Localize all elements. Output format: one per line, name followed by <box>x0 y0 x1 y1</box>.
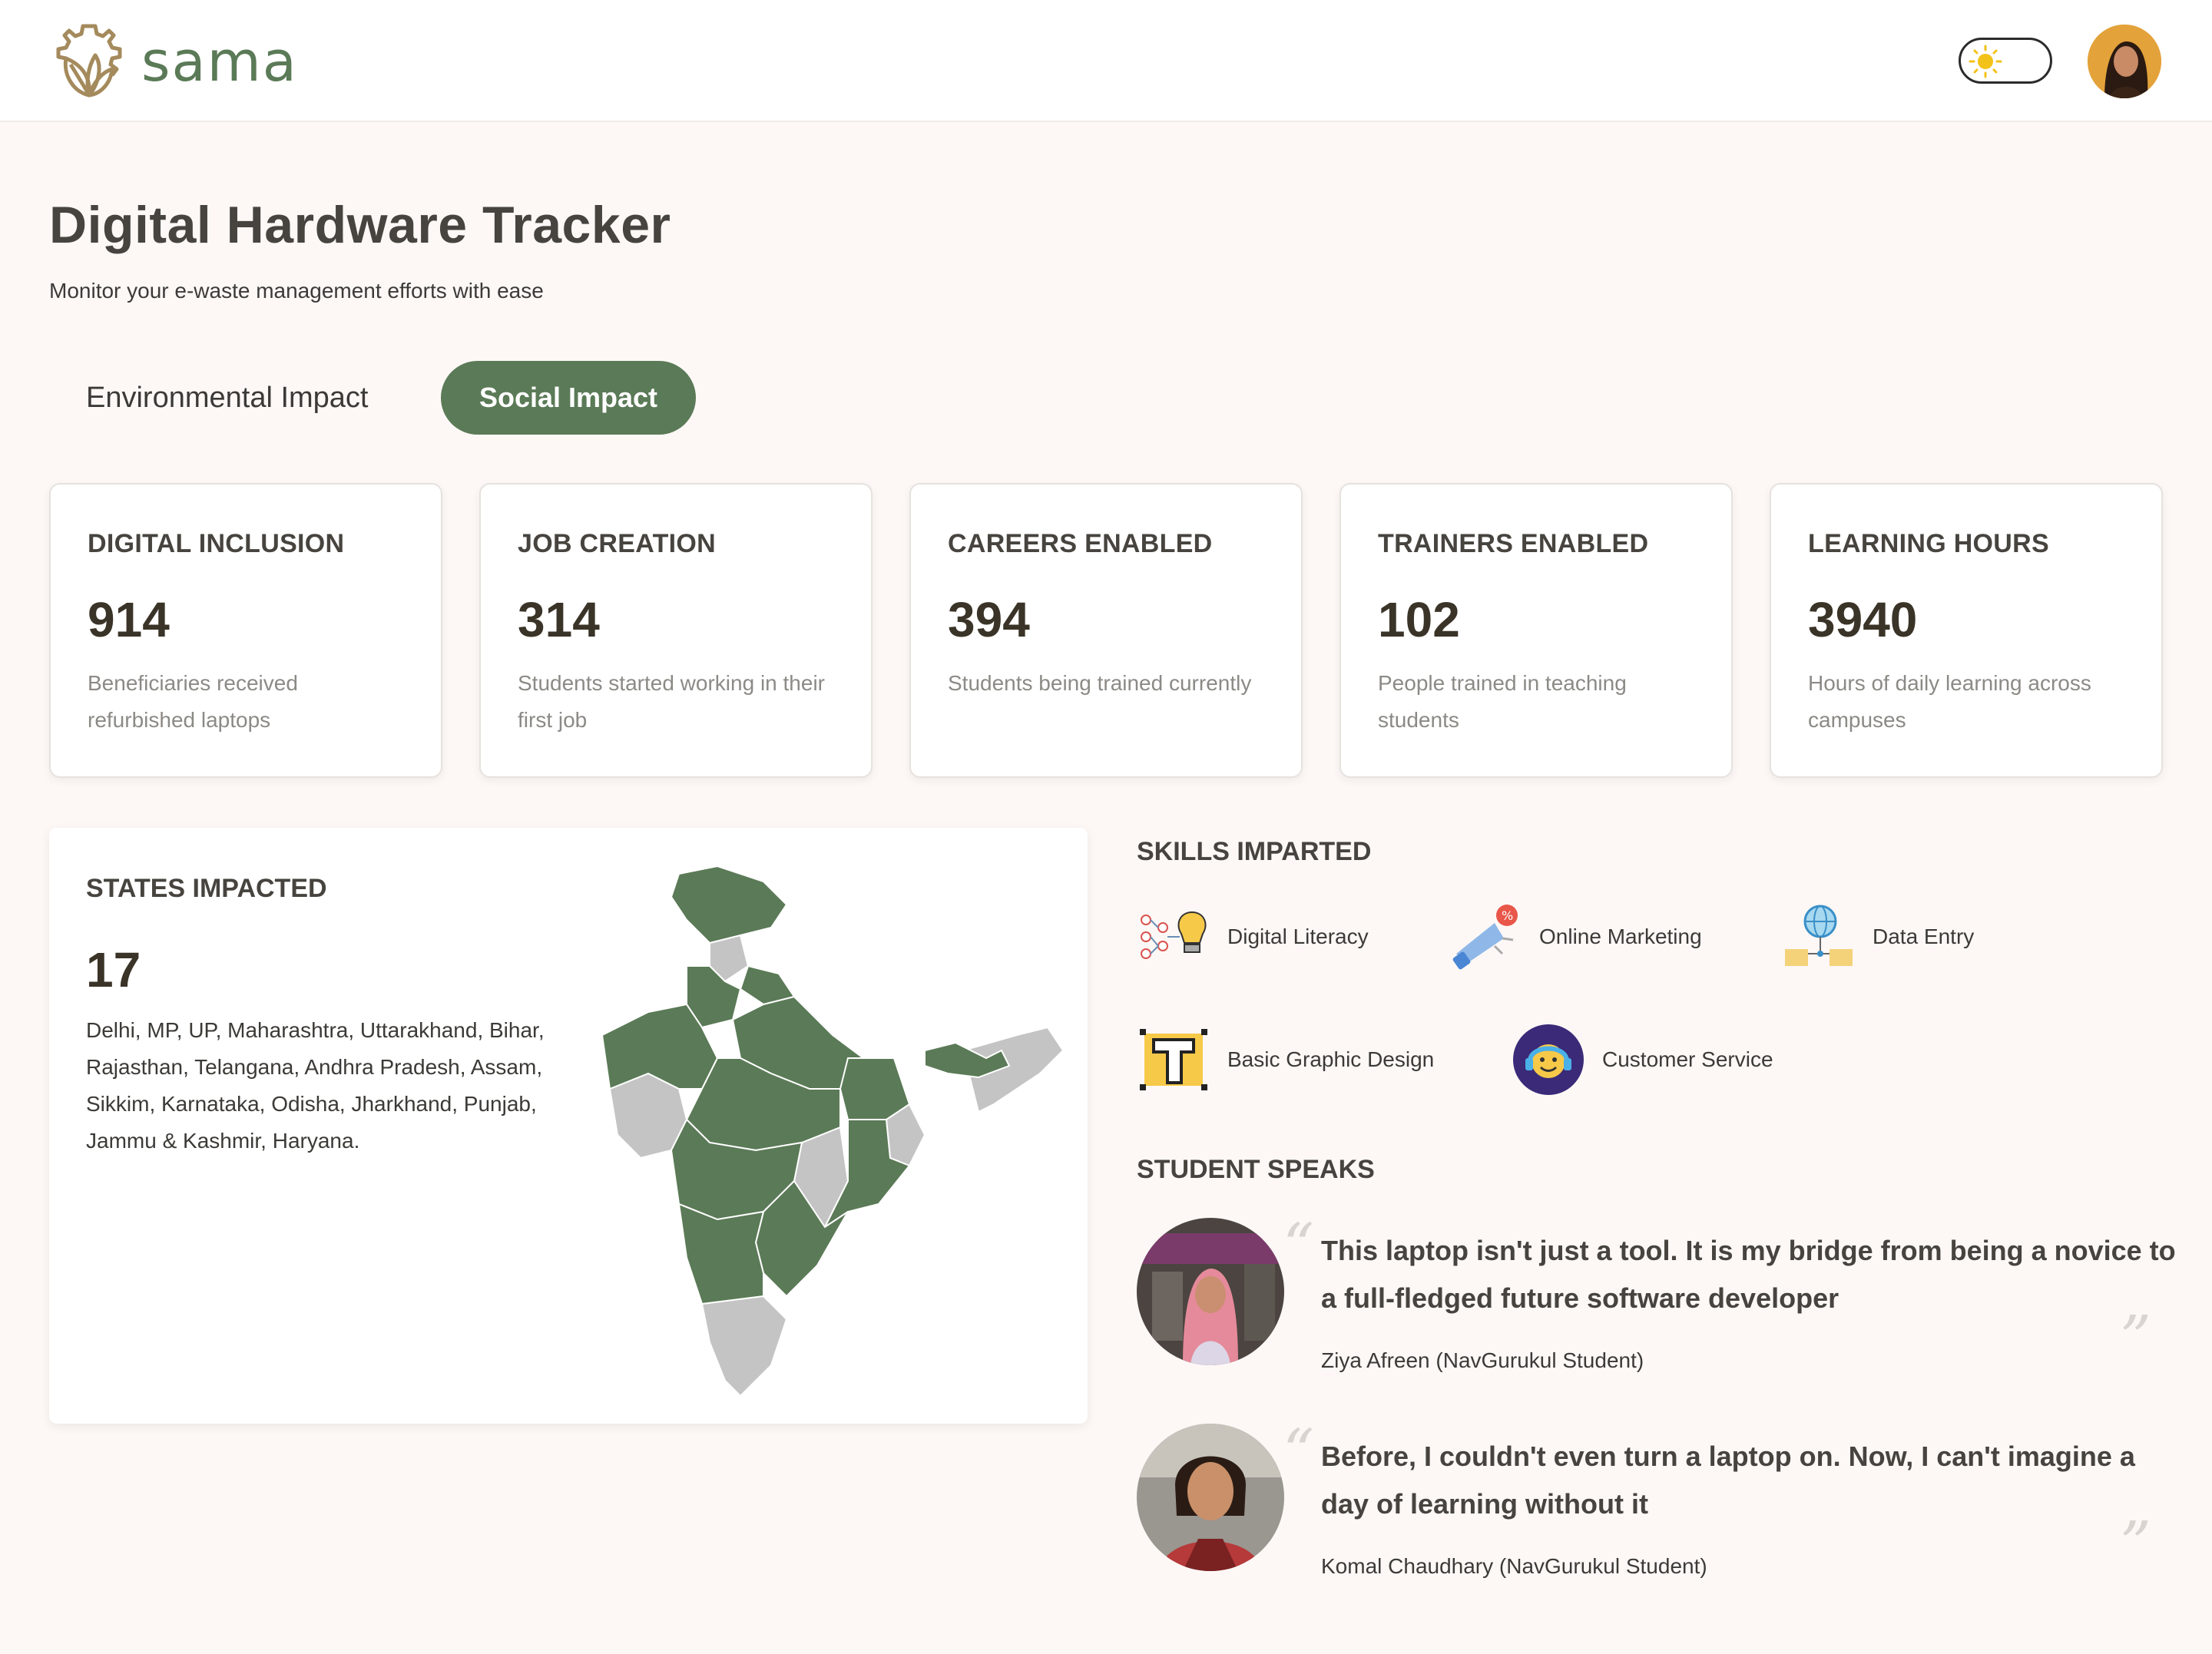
quote-open-icon: “ <box>1283 1416 1314 1487</box>
skill-label: Customer Service <box>1602 1047 1773 1071</box>
page-subtitle: Monitor your e-waste management efforts … <box>49 279 544 303</box>
testimonial-quote: This laptop isn't just a tool. It is my … <box>1321 1235 2176 1314</box>
quote-close-icon: ” <box>2120 1302 2151 1374</box>
map-region-kerala-tn <box>700 1295 788 1398</box>
stat-card-learning-hours: LEARNING HOURS 3940 Hours of daily learn… <box>1770 483 2163 778</box>
quote-close-icon: ” <box>2120 1508 2151 1580</box>
skill-digital-literacy: Digital Literacy <box>1137 900 1369 974</box>
skills-title: SKILLS IMPARTED <box>1137 837 1372 866</box>
stat-title: LEARNING HOURS <box>1808 529 2049 558</box>
type-tool-icon <box>1140 1029 1207 1090</box>
states-title: STATES IMPACTED <box>86 874 327 903</box>
testimonial-card: “ Before, I couldn't even turn a laptop … <box>1137 1416 2181 1593</box>
testimonials-title: STUDENT SPEAKS <box>1137 1155 1375 1184</box>
skill-label: Online Marketing <box>1539 925 1702 948</box>
stat-title: CAREERS ENABLED <box>948 529 1213 558</box>
svg-text:%: % <box>1502 908 1513 923</box>
stat-value: 3940 <box>1808 592 1918 647</box>
sama-logo[interactable]: sama <box>48 22 298 101</box>
testimonial-card: “ This laptop isn't just a tool. It is m… <box>1137 1210 2181 1387</box>
states-list: Delhi, MP, UP, Maharashtra, Uttarakhand,… <box>86 1018 545 1153</box>
top-header: sama <box>0 0 2212 122</box>
student-photo <box>1137 1424 1284 1571</box>
stat-value: 394 <box>948 592 1030 647</box>
stat-title: JOB CREATION <box>518 529 716 558</box>
stat-description: Students being trained currently <box>948 671 1252 695</box>
testimonial-quote: Before, I couldn't even turn a laptop on… <box>1321 1441 2135 1520</box>
stat-value: 102 <box>1378 592 1460 647</box>
student-photo-image <box>1137 1424 1284 1571</box>
stat-card-digital-inclusion: DIGITAL INCLUSION 914 Beneficiaries rece… <box>49 483 442 778</box>
stat-card-trainers-enabled: TRAINERS ENABLED 102 People trained in t… <box>1339 483 1733 778</box>
quote-open-icon: “ <box>1283 1210 1314 1282</box>
headset-icon <box>1513 1024 1584 1095</box>
skill-label: Digital Literacy <box>1227 925 1369 948</box>
states-value: 17 <box>86 942 141 997</box>
tab-social-impact[interactable]: Social Impact <box>441 361 696 435</box>
leaf-gear-logo-icon <box>56 24 122 98</box>
skill-label: Data Entry <box>1873 925 1975 948</box>
stat-value: 314 <box>518 592 600 647</box>
stat-description: Hours of daily learning across campuses <box>1808 671 2091 732</box>
student-photo <box>1137 1218 1284 1365</box>
stat-description: People trained in teaching students <box>1378 671 1627 732</box>
student-photo-image <box>1137 1218 1284 1365</box>
stat-description: Students started working in their first … <box>518 671 825 732</box>
skill-customer-service: Customer Service <box>1512 1023 1773 1097</box>
skill-data-entry: Data Entry <box>1782 900 1974 974</box>
map-region-karnataka <box>677 1202 765 1305</box>
theme-toggle[interactable] <box>1959 38 2052 84</box>
skill-label: Basic Graphic Design <box>1227 1047 1435 1071</box>
megaphone-icon: % <box>1452 905 1518 970</box>
india-map <box>601 865 1065 1398</box>
sun-icon <box>1969 45 2002 78</box>
stat-value: 914 <box>88 592 170 647</box>
user-avatar-image <box>2088 25 2161 98</box>
globe-folders-icon <box>1785 905 1853 966</box>
page-title: Digital Hardware Tracker <box>49 196 671 254</box>
states-impacted-panel: STATES IMPACTED 17 Delhi, MP, UP, Mahara… <box>49 828 1088 1424</box>
map-region-bihar-jharkhand <box>839 1057 911 1120</box>
stat-title: DIGITAL INCLUSION <box>88 529 345 558</box>
map-region-jk <box>670 865 788 944</box>
lightbulb-network-icon <box>1141 911 1207 959</box>
testimonial-author: Komal Chaudhary (NavGurukul Student) <box>1321 1554 1707 1578</box>
logo-text: sama <box>141 29 298 94</box>
stat-description: Beneficiaries received refurbished lapto… <box>88 671 298 732</box>
user-avatar[interactable] <box>2088 25 2161 98</box>
skill-online-marketing: % Online Marketing <box>1449 900 1702 974</box>
testimonial-author: Ziya Afreen (NavGurukul Student) <box>1321 1348 1644 1372</box>
tab-environmental-impact[interactable]: Environmental Impact <box>68 361 387 435</box>
skill-basic-graphic-design: Basic Graphic Design <box>1137 1023 1434 1097</box>
stat-card-careers-enabled: CAREERS ENABLED 394 Students being train… <box>909 483 1303 778</box>
stat-title: TRAINERS ENABLED <box>1378 529 1649 558</box>
stat-card-job-creation: JOB CREATION 314 Students started workin… <box>479 483 873 778</box>
